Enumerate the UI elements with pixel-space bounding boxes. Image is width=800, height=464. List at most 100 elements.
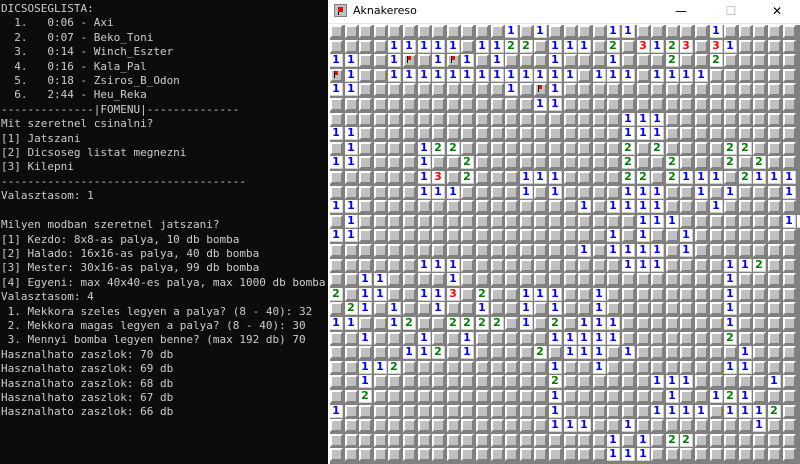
covered-cell[interactable] — [403, 361, 416, 374]
covered-cell[interactable] — [388, 156, 401, 169]
covered-cell[interactable] — [447, 332, 460, 345]
covered-cell[interactable] — [403, 98, 416, 111]
covered-cell[interactable] — [695, 200, 708, 213]
covered-cell[interactable] — [578, 288, 591, 301]
covered-cell[interactable] — [403, 273, 416, 286]
number-cell[interactable]: 2 — [461, 156, 474, 169]
covered-cell[interactable] — [374, 200, 387, 213]
covered-cell[interactable] — [637, 405, 650, 418]
number-cell[interactable]: 3 — [637, 40, 650, 53]
covered-cell[interactable] — [724, 375, 737, 388]
covered-cell[interactable] — [505, 390, 518, 403]
covered-cell[interactable] — [418, 419, 431, 432]
covered-cell[interactable] — [695, 448, 708, 461]
covered-cell[interactable] — [447, 434, 460, 447]
number-cell[interactable]: 1 — [607, 54, 620, 67]
covered-cell[interactable] — [403, 156, 416, 169]
covered-cell[interactable] — [710, 434, 723, 447]
covered-cell[interactable] — [534, 244, 547, 257]
covered-cell[interactable] — [418, 273, 431, 286]
covered-cell[interactable] — [637, 288, 650, 301]
covered-cell[interactable] — [388, 405, 401, 418]
covered-cell[interactable] — [593, 390, 606, 403]
number-cell[interactable]: 1 — [345, 54, 358, 67]
covered-cell[interactable] — [388, 25, 401, 38]
covered-cell[interactable] — [651, 302, 664, 315]
covered-cell[interactable] — [710, 361, 723, 374]
covered-cell[interactable] — [753, 40, 766, 53]
number-cell[interactable]: 1 — [607, 25, 620, 38]
covered-cell[interactable] — [564, 288, 577, 301]
number-cell[interactable]: 1 — [520, 186, 533, 199]
covered-cell[interactable] — [622, 375, 635, 388]
covered-cell[interactable] — [637, 302, 650, 315]
covered-cell[interactable] — [710, 273, 723, 286]
covered-cell[interactable] — [447, 302, 460, 315]
covered-cell[interactable] — [388, 215, 401, 228]
covered-cell[interactable] — [461, 142, 474, 155]
number-cell[interactable]: 1 — [593, 346, 606, 359]
covered-cell[interactable] — [534, 405, 547, 418]
covered-cell[interactable] — [622, 98, 635, 111]
covered-cell[interactable] — [651, 171, 664, 184]
covered-cell[interactable] — [564, 127, 577, 140]
number-cell[interactable]: 1 — [418, 171, 431, 184]
covered-cell[interactable] — [710, 405, 723, 418]
covered-cell[interactable] — [388, 346, 401, 359]
covered-cell[interactable] — [768, 448, 781, 461]
covered-cell[interactable] — [710, 302, 723, 315]
covered-cell[interactable] — [783, 346, 796, 359]
number-cell[interactable]: 1 — [330, 156, 343, 169]
covered-cell[interactable] — [783, 142, 796, 155]
number-cell[interactable]: 1 — [476, 40, 489, 53]
covered-cell[interactable] — [505, 142, 518, 155]
number-cell[interactable]: 1 — [359, 361, 372, 374]
covered-cell[interactable] — [520, 229, 533, 242]
covered-cell[interactable] — [330, 40, 343, 53]
covered-cell[interactable] — [345, 448, 358, 461]
maximize-button[interactable]: ☐ — [714, 0, 748, 23]
covered-cell[interactable] — [666, 229, 679, 242]
covered-cell[interactable] — [374, 317, 387, 330]
covered-cell[interactable] — [739, 419, 752, 432]
covered-cell[interactable] — [388, 273, 401, 286]
covered-cell[interactable] — [564, 98, 577, 111]
number-cell[interactable]: 1 — [666, 405, 679, 418]
covered-cell[interactable] — [374, 259, 387, 272]
number-cell[interactable]: 1 — [330, 317, 343, 330]
covered-cell[interactable] — [476, 273, 489, 286]
number-cell[interactable]: 2 — [505, 40, 518, 53]
covered-cell[interactable] — [578, 302, 591, 315]
covered-cell[interactable] — [330, 361, 343, 374]
covered-cell[interactable] — [403, 302, 416, 315]
covered-cell[interactable] — [695, 302, 708, 315]
number-cell[interactable]: 1 — [534, 25, 547, 38]
covered-cell[interactable] — [491, 259, 504, 272]
covered-cell[interactable] — [447, 390, 460, 403]
covered-cell[interactable] — [710, 419, 723, 432]
number-cell[interactable]: 1 — [432, 259, 445, 272]
number-cell[interactable]: 2 — [476, 288, 489, 301]
covered-cell[interactable] — [607, 142, 620, 155]
covered-cell[interactable] — [461, 127, 474, 140]
covered-cell[interactable] — [491, 332, 504, 345]
covered-cell[interactable] — [593, 215, 606, 228]
covered-cell[interactable] — [534, 229, 547, 242]
number-cell[interactable]: 2 — [724, 156, 737, 169]
covered-cell[interactable] — [418, 302, 431, 315]
number-cell[interactable]: 1 — [461, 54, 474, 67]
covered-cell[interactable] — [491, 215, 504, 228]
covered-cell[interactable] — [520, 273, 533, 286]
covered-cell[interactable] — [461, 302, 474, 315]
number-cell[interactable]: 1 — [607, 434, 620, 447]
covered-cell[interactable] — [345, 419, 358, 432]
covered-cell[interactable] — [680, 186, 693, 199]
covered-cell[interactable] — [637, 83, 650, 96]
covered-cell[interactable] — [418, 25, 431, 38]
number-cell[interactable]: 1 — [534, 171, 547, 184]
covered-cell[interactable] — [461, 273, 474, 286]
number-cell[interactable]: 2 — [753, 156, 766, 169]
number-cell[interactable]: 1 — [680, 244, 693, 257]
covered-cell[interactable] — [651, 288, 664, 301]
covered-cell[interactable] — [345, 434, 358, 447]
